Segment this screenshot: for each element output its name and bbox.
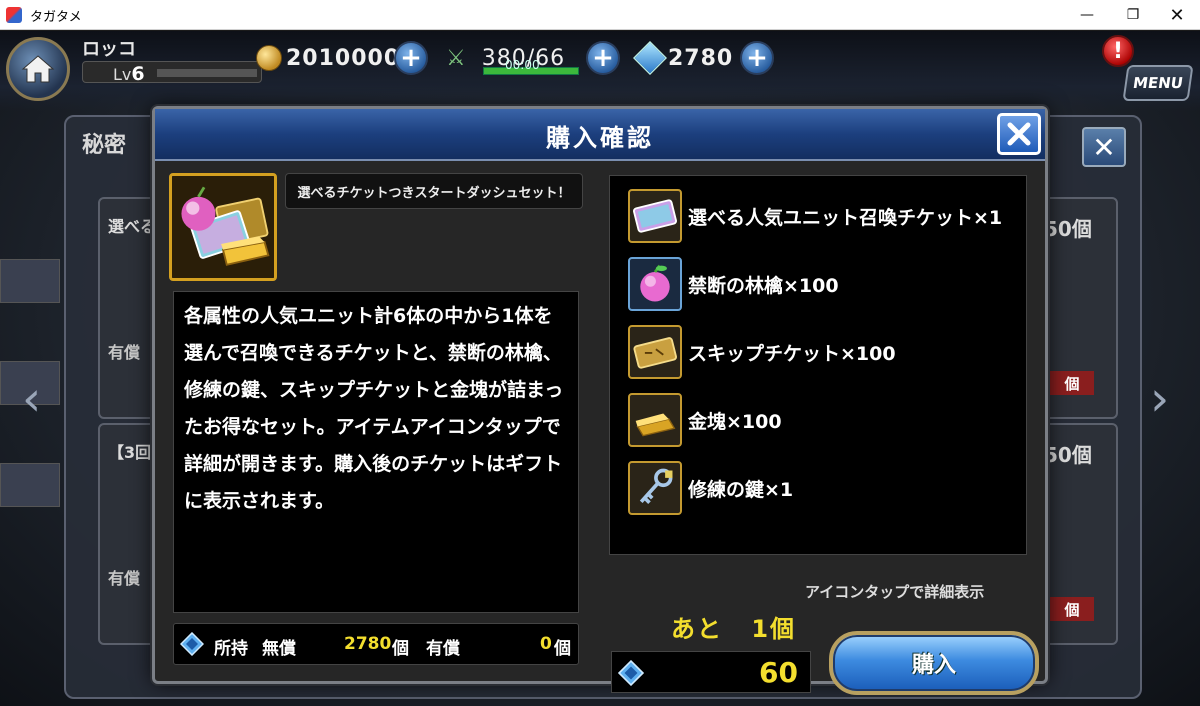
offer-count: 50個: [1044, 217, 1092, 241]
price-value: 60: [759, 656, 798, 689]
product-name-box: 選べるチケットつきスタートダッシュセット！: [285, 173, 583, 209]
maximize-button[interactable]: ❐: [1110, 0, 1156, 30]
background-panel-title: 秘密: [82, 133, 127, 158]
gold-display: 2010000: [256, 43, 400, 73]
hud-bar: ロッコ Lv6 2010000 + ⚔ 380/66 00:00 + 2780 …: [0, 31, 1200, 111]
product-bundle-icon: [172, 176, 274, 278]
free-gems-unit: 個: [392, 639, 409, 659]
close-icon: [1007, 122, 1031, 146]
menu-button[interactable]: MENU: [1122, 65, 1194, 101]
gold-value: 2010000: [286, 45, 401, 71]
offer-badge: 個: [1050, 597, 1094, 621]
paid-gems-label: 有償: [426, 639, 460, 659]
free-gems-label: 無償: [262, 639, 296, 659]
offer-tag: 有償: [108, 569, 141, 588]
level-box: Lv6: [82, 61, 262, 85]
buy-button-label: 購入: [911, 653, 956, 678]
item-label: スキップチケット×100: [688, 342, 896, 365]
app-icon: [6, 7, 22, 23]
item-label: 金塊×100: [688, 410, 782, 433]
stamina-timer: 00:00: [505, 58, 540, 72]
item-label: 修練の鍵×1: [688, 478, 794, 501]
offer-count: 50個: [1044, 443, 1092, 467]
purchase-confirm-dialog: 購入確認 選べるチケットつきスタートダッシュセット！ 各属性の人気ユニット計6体…: [152, 106, 1048, 695]
owned-gems-box: 所持 無償 2780 個 有償 0 個: [173, 623, 579, 665]
side-tab[interactable]: [0, 259, 60, 303]
paid-gems-unit: 個: [554, 639, 571, 659]
product-name: 選べるチケットつきスタートダッシュセット！: [297, 185, 571, 201]
item-label: 選べる人気ユニット召喚チケット×1: [688, 206, 1003, 229]
dialog-title: 購入確認: [546, 124, 654, 152]
home-button[interactable]: [6, 37, 70, 101]
right-arrow-icon[interactable]: ›: [1150, 371, 1169, 427]
level-label: Lv6: [113, 63, 145, 85]
apple-icon[interactable]: [628, 257, 682, 311]
paid-gems-value: 0: [540, 634, 552, 654]
product-description: 各属性の人気ユニット計6体の中から1体を選んで召喚できるチケットと、禁断の林檎、…: [184, 305, 564, 512]
owned-label: 所持: [214, 639, 248, 659]
player-name: ロッコ: [82, 39, 136, 60]
product-icon[interactable]: [169, 173, 277, 281]
remaining-value: 1個: [751, 615, 797, 643]
gold-bar-icon[interactable]: [628, 393, 682, 447]
window-titlebar: タガタメ — ❐ ✕: [0, 0, 1200, 30]
price-box: 60: [611, 651, 811, 693]
close-window-button[interactable]: ✕: [1154, 0, 1200, 30]
list-item[interactable]: 禁断の林檎×100: [628, 256, 839, 312]
key-icon[interactable]: [628, 461, 682, 515]
offer-badge: 個: [1050, 371, 1094, 395]
exp-bar: [157, 69, 257, 77]
window-title: タガタメ: [30, 10, 82, 25]
gem-display: 2780: [633, 41, 734, 75]
skip-ticket-icon[interactable]: [628, 325, 682, 379]
left-arrow-icon[interactable]: ‹: [22, 371, 41, 427]
background-close-button[interactable]: ✕: [1082, 127, 1126, 167]
offer-title: 【3回: [108, 443, 152, 462]
free-gems-value: 2780: [344, 634, 392, 654]
remaining-count: あと 1個: [671, 609, 796, 644]
list-item[interactable]: 修練の鍵×1: [628, 460, 793, 516]
add-stamina-button[interactable]: +: [586, 41, 620, 75]
gem-value: 2780: [668, 45, 734, 71]
add-gem-button[interactable]: +: [740, 41, 774, 75]
offer-title: 選べる: [108, 217, 157, 236]
list-item[interactable]: 選べる人気ユニット召喚チケット×1: [628, 188, 1002, 244]
list-item[interactable]: 金塊×100: [628, 392, 782, 448]
icon-tap-hint: アイコンタップで詳細表示: [805, 583, 985, 601]
add-gold-button[interactable]: +: [394, 41, 428, 75]
ticket-rainbow-icon[interactable]: [628, 189, 682, 243]
crossed-swords-icon: ⚔: [446, 45, 466, 71]
buy-button[interactable]: 購入: [829, 631, 1039, 695]
minimize-button[interactable]: —: [1064, 0, 1110, 30]
gold-coin-icon: [256, 45, 282, 71]
gem-icon: [618, 660, 644, 686]
item-label: 禁断の林檎×100: [688, 274, 839, 297]
gem-icon: [633, 41, 667, 75]
offer-tag: 有償: [108, 343, 141, 362]
notice-icon[interactable]: !: [1102, 35, 1134, 67]
list-item[interactable]: スキップチケット×100: [628, 324, 896, 380]
items-list: 選べる人気ユニット召喚チケット×1 禁断の林檎×100 スキップチケット×100…: [609, 175, 1027, 555]
dialog-header: 購入確認: [155, 109, 1045, 161]
dialog-close-button[interactable]: [997, 113, 1041, 155]
game-viewport: ロッコ Lv6 2010000 + ⚔ 380/66 00:00 + 2780 …: [0, 31, 1200, 706]
gem-icon: [180, 632, 204, 656]
remaining-prefix: あと: [671, 615, 723, 643]
home-icon: [21, 55, 55, 83]
description-box: 各属性の人気ユニット計6体の中から1体を選んで召喚できるチケットと、禁断の林檎、…: [173, 291, 579, 613]
side-tab[interactable]: [0, 463, 60, 507]
